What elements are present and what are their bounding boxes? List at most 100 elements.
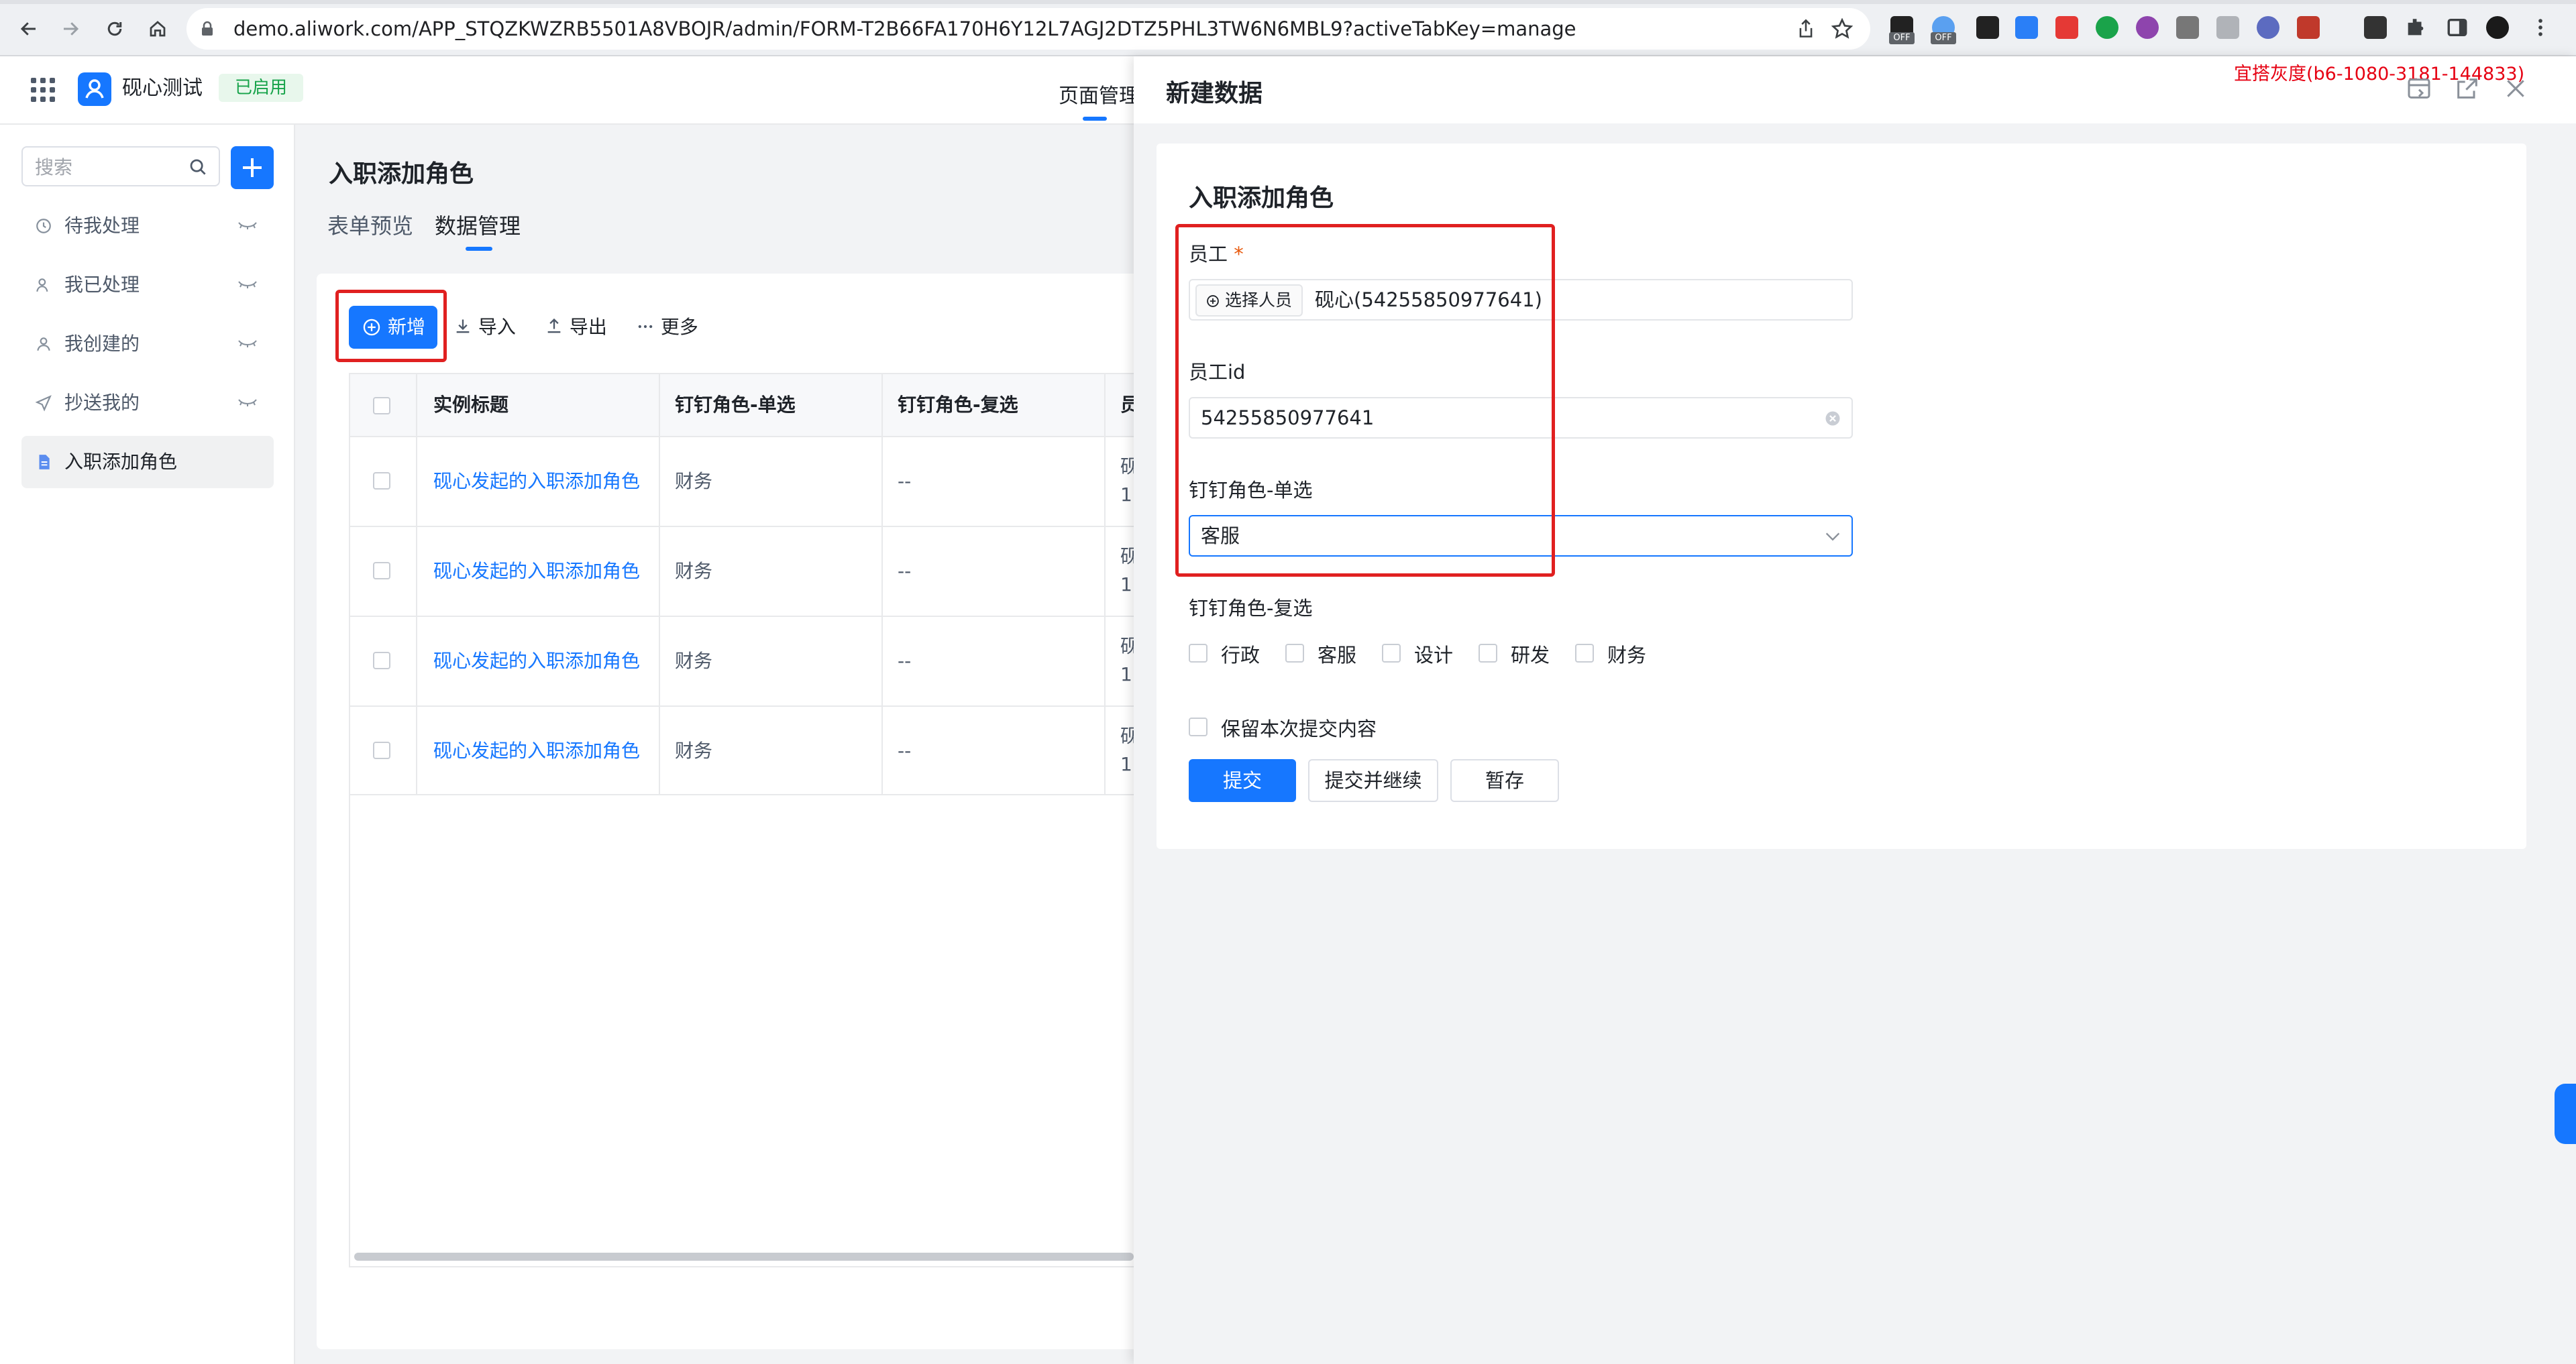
column-header-multi-role[interactable]: 钉钉角色-复选: [898, 374, 1018, 436]
single-role-select[interactable]: 客服: [1189, 515, 1853, 557]
option-label[interactable]: 研发: [1511, 640, 1550, 668]
extension-layers-icon[interactable]: [2015, 16, 2038, 39]
sidebar-item-done[interactable]: 我已处理: [21, 259, 274, 311]
sidebar-item-label: 我已处理: [64, 274, 140, 296]
tab-form-preview[interactable]: 表单预览: [327, 209, 413, 240]
extension-gear-icon[interactable]: [2096, 16, 2118, 39]
extension-fe-icon[interactable]: [2055, 16, 2078, 39]
browser-menu-icon[interactable]: [2529, 16, 2552, 39]
browser-toolbar: demo.aliwork.com/APP_STQZKWZRB5501A8VBOJ…: [0, 0, 2576, 56]
keep-content-checkbox[interactable]: [1189, 718, 1208, 736]
option-checkbox-finance[interactable]: [1575, 644, 1594, 663]
extension-at-icon[interactable]: [2257, 16, 2279, 39]
add-button[interactable]: [231, 146, 274, 189]
tab-page-management[interactable]: 页面管理: [1059, 79, 1139, 109]
hidden-eye-icon[interactable]: [237, 219, 258, 232]
more-dots-icon: [636, 316, 655, 338]
search-box[interactable]: [21, 146, 220, 186]
row-checkbox[interactable]: [373, 742, 390, 759]
tab-data-management[interactable]: 数据管理: [435, 209, 521, 240]
reload-icon[interactable]: [98, 12, 131, 46]
new-record-button[interactable]: 新增: [349, 306, 437, 349]
form-card: [1157, 144, 2526, 849]
import-button[interactable]: 导入: [453, 315, 516, 339]
select-all-checkbox[interactable]: [373, 397, 390, 414]
app-grid-icon[interactable]: [31, 78, 55, 102]
option-checkbox-service[interactable]: [1285, 644, 1304, 663]
row-title-link[interactable]: 砚心发起的入职添加角色: [433, 648, 640, 675]
back-icon[interactable]: [12, 12, 46, 46]
select-person-label: 选择人员: [1224, 290, 1292, 310]
export-button[interactable]: 导出: [545, 315, 607, 339]
user-icon: [35, 335, 52, 353]
row-title-link[interactable]: 砚心发起的入职添加角色: [433, 558, 640, 585]
column-header-single-role[interactable]: 钉钉角色-单选: [675, 374, 796, 436]
row-single-role: 财务: [675, 470, 713, 492]
profile-avatar-icon[interactable]: [2486, 16, 2509, 39]
option-label[interactable]: 财务: [1607, 640, 1646, 668]
extension-cb-icon[interactable]: [1976, 16, 1999, 39]
submit-button[interactable]: 提交: [1189, 759, 1296, 802]
app-logo-icon: [78, 72, 111, 106]
employee-label-text: 员工: [1189, 243, 1228, 266]
extension-pen-icon[interactable]: [2297, 16, 2320, 39]
option-label[interactable]: 行政: [1221, 640, 1260, 668]
environment-tag: 宜搭灰度(b6-1080-3181-144833): [2234, 64, 2525, 84]
download-icon: [453, 316, 472, 338]
address-bar[interactable]: demo.aliwork.com/APP_STQZKWZRB5501A8VBOJ…: [186, 8, 1870, 50]
fullscreen-icon[interactable]: [2406, 75, 2432, 102]
extension-window-icon[interactable]: [2216, 16, 2239, 39]
option-label[interactable]: 设计: [1414, 640, 1453, 668]
export-label: 导出: [569, 316, 607, 338]
select-person-button[interactable]: 选择人员: [1195, 284, 1303, 317]
extension-qr-icon[interactable]: [2176, 16, 2199, 39]
bookmark-star-icon[interactable]: [1831, 17, 1854, 42]
keep-content-label[interactable]: 保留本次提交内容: [1221, 714, 1377, 742]
close-icon[interactable]: [2502, 75, 2529, 102]
row-checkbox[interactable]: [373, 472, 390, 490]
home-icon[interactable]: [141, 12, 174, 46]
option-checkbox-rd[interactable]: [1479, 644, 1497, 663]
forward-icon[interactable]: [54, 12, 87, 46]
hidden-eye-icon[interactable]: [237, 278, 258, 291]
extension-chrome-icon[interactable]: [2136, 16, 2159, 39]
sidebar-item-created[interactable]: 我创建的: [21, 318, 274, 370]
floating-help-icon[interactable]: [2555, 1084, 2576, 1144]
row-title-link[interactable]: 砚心发起的入职添加角色: [433, 738, 640, 764]
more-button[interactable]: 更多: [636, 315, 698, 339]
clear-icon[interactable]: [1823, 409, 1842, 431]
url-text[interactable]: demo.aliwork.com/APP_STQZKWZRB5501A8VBOJ…: [233, 8, 1576, 50]
extension-aone-icon[interactable]: [2364, 16, 2387, 39]
form-heading: 入职添加角色: [1189, 184, 1334, 212]
search-input[interactable]: [34, 148, 184, 186]
share-icon[interactable]: [1796, 19, 1815, 42]
multi-role-label: 钉钉角色-复选: [1189, 597, 1313, 620]
sidepanel-icon[interactable]: [2446, 16, 2469, 39]
row-title-link[interactable]: 砚心发起的入职添加角色: [433, 468, 640, 495]
row-checkbox[interactable]: [373, 562, 390, 579]
option-checkbox-design[interactable]: [1382, 644, 1401, 663]
status-badge: 已启用: [219, 74, 304, 102]
sidebar-item-todo[interactable]: 待我处理: [21, 200, 274, 252]
row-multi-role: --: [898, 740, 912, 762]
search-icon[interactable]: [188, 157, 208, 180]
lock-icon[interactable]: [200, 21, 215, 40]
row-single-role: 财务: [675, 740, 713, 762]
horizontal-scrollbar[interactable]: [354, 1253, 1134, 1261]
row-checkbox[interactable]: [373, 652, 390, 669]
sidebar-item-label: 我创建的: [64, 333, 140, 355]
option-label[interactable]: 客服: [1318, 640, 1356, 668]
option-checkbox-admin[interactable]: [1189, 644, 1208, 663]
column-header-title[interactable]: 实例标题: [433, 374, 509, 436]
sidebar-item-cc[interactable]: 抄送我的: [21, 377, 274, 429]
submit-and-continue-button[interactable]: 提交并继续: [1308, 759, 1438, 802]
extensions-puzzle-icon[interactable]: [2404, 16, 2427, 39]
open-external-icon[interactable]: [2454, 75, 2481, 102]
sidebar-item-onboarding-role[interactable]: 入职添加角色: [21, 436, 274, 488]
save-draft-button[interactable]: 暂存: [1450, 759, 1559, 802]
employee-label: 员工 *: [1189, 239, 1244, 267]
employee-id-field[interactable]: 54255850977641: [1189, 397, 1853, 439]
sidebar-item-label: 待我处理: [64, 215, 140, 237]
hidden-eye-icon[interactable]: [237, 396, 258, 409]
hidden-eye-icon[interactable]: [237, 337, 258, 350]
